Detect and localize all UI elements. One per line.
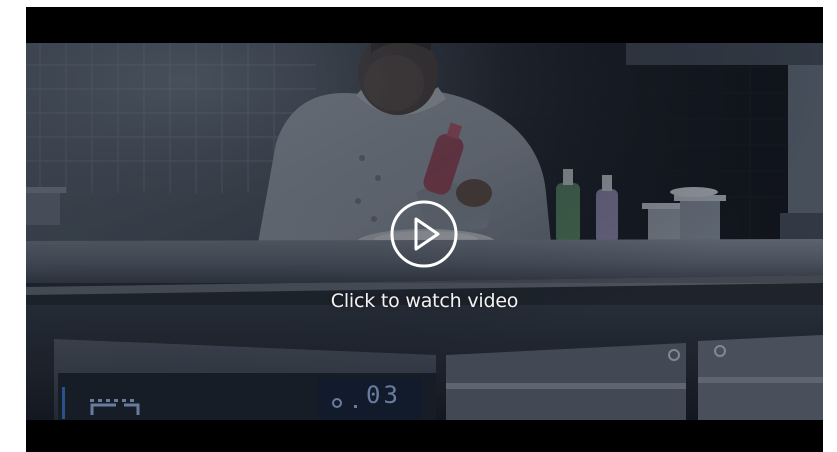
play-button[interactable]: [389, 199, 459, 269]
letterbox-top: [26, 7, 823, 43]
play-label[interactable]: Click to watch video: [26, 290, 823, 312]
display-readout-period: [354, 405, 357, 408]
display-readout: 03: [366, 381, 401, 409]
display-readout-dot: [332, 398, 342, 408]
play-icon: [390, 200, 458, 268]
video-player[interactable]: 03 Click to watch video: [26, 7, 823, 452]
letterbox-bottom: [26, 420, 823, 452]
